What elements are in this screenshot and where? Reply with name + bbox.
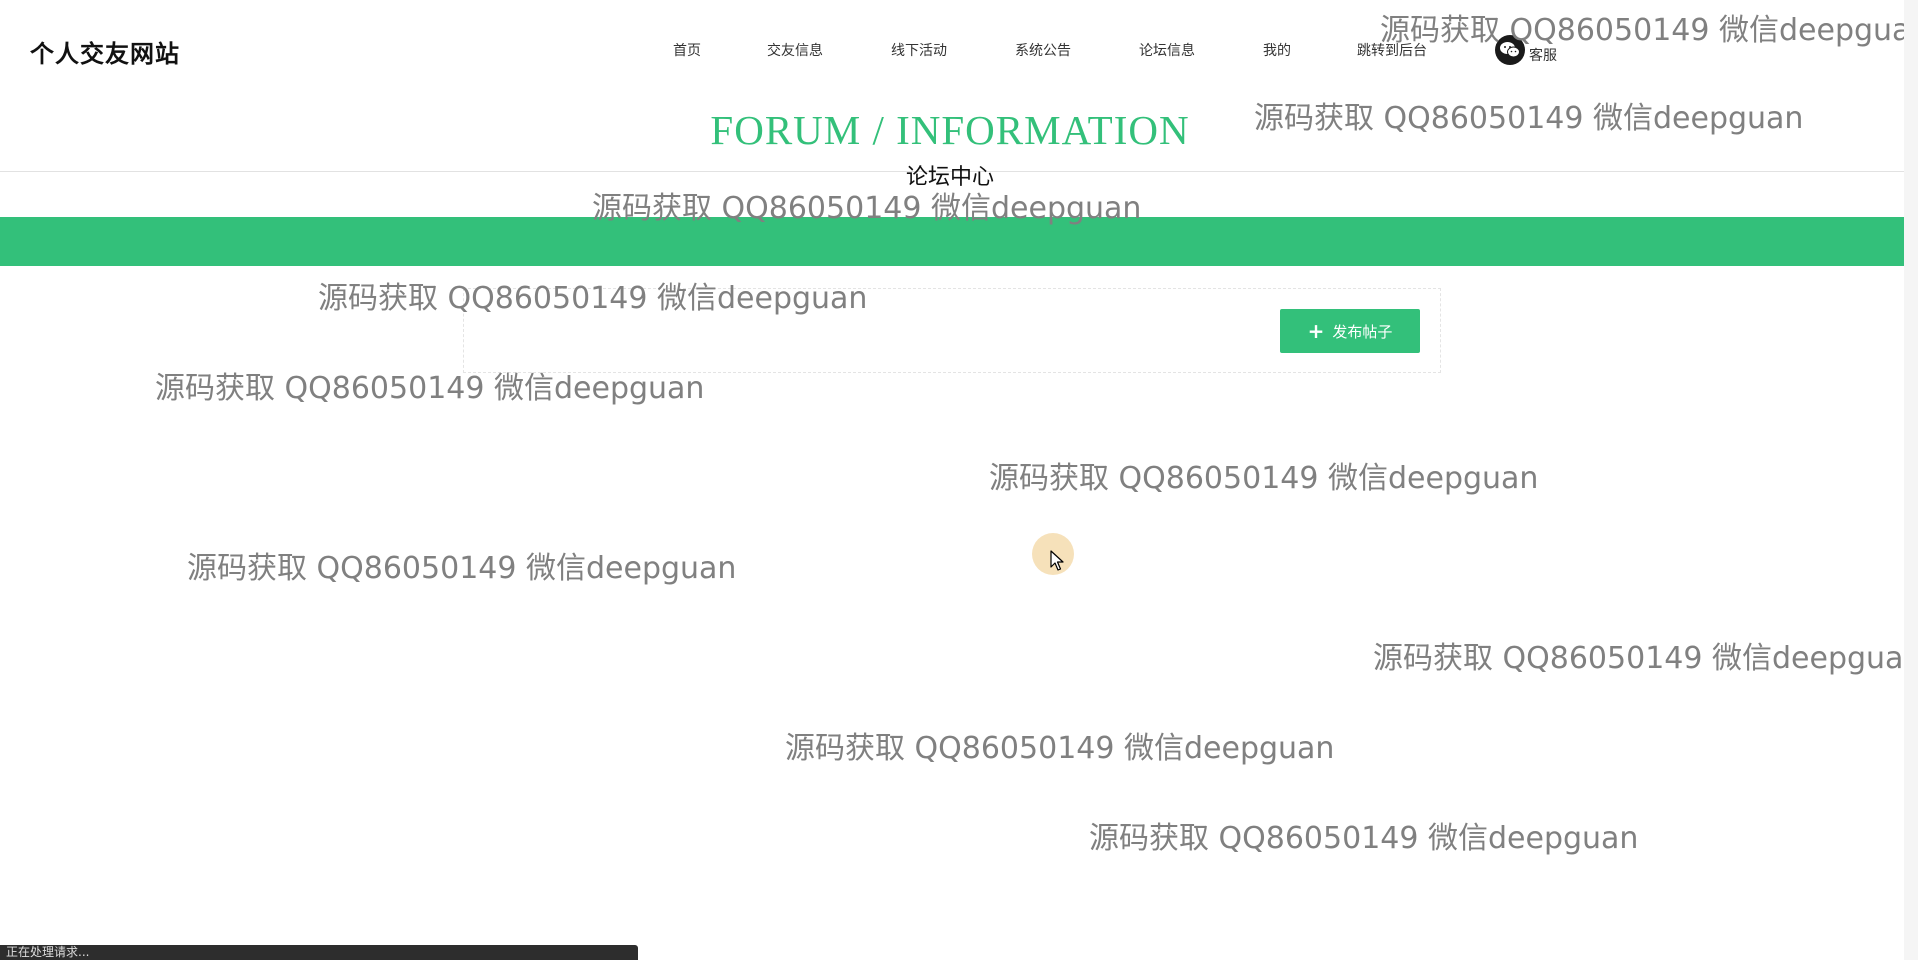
wechat-icon — [1495, 35, 1525, 65]
nav-item-admin[interactable]: 跳转到后台 — [1357, 40, 1427, 60]
watermark: 源码获取 QQ86050149 微信deepguan — [989, 461, 1539, 496]
watermark: 源码获取 QQ86050149 微信deepguan — [1373, 641, 1918, 676]
nav-item-mine[interactable]: 我的 — [1263, 40, 1291, 60]
accent-banner — [0, 217, 1904, 266]
nav-item-announcements[interactable]: 系统公告 — [1015, 40, 1071, 60]
nav-item-home[interactable]: 首页 — [673, 40, 701, 60]
watermark: 源码获取 QQ86050149 微信deepguan — [1380, 13, 1918, 48]
publish-post-button[interactable]: + 发布帖子 — [1280, 309, 1420, 353]
service-label: 客服 — [1529, 48, 1557, 64]
watermark: 源码获取 QQ86050149 微信deepguan — [187, 551, 737, 586]
nav-item-offline-activities[interactable]: 线下活动 — [891, 40, 947, 60]
section-title: FORUM / INFORMATION — [710, 107, 1190, 153]
scrollbar[interactable] — [1904, 0, 1918, 960]
section-subtitle: 论坛中心 — [905, 165, 994, 190]
nav-item-forum[interactable]: 论坛信息 — [1139, 40, 1195, 60]
customer-service[interactable]: 客服 — [1495, 35, 1557, 65]
plus-icon: + — [1307, 319, 1325, 343]
page: 个人交友网站 首页 交友信息 线下活动 系统公告 论坛信息 我的 跳转到后台 客… — [0, 0, 1918, 960]
browser-status-bar: 正在处理请求... — [0, 945, 638, 960]
watermark: 源码获取 QQ86050149 微信deepguan — [785, 731, 1335, 766]
site-logo[interactable]: 个人交友网站 — [30, 34, 180, 69]
publish-post-label: 发布帖子 — [1332, 322, 1393, 341]
cursor-arrow-icon — [1050, 550, 1064, 571]
watermark: 源码获取 QQ86050149 微信deepguan — [1089, 821, 1639, 856]
nav-item-dating-info[interactable]: 交友信息 — [767, 40, 823, 60]
